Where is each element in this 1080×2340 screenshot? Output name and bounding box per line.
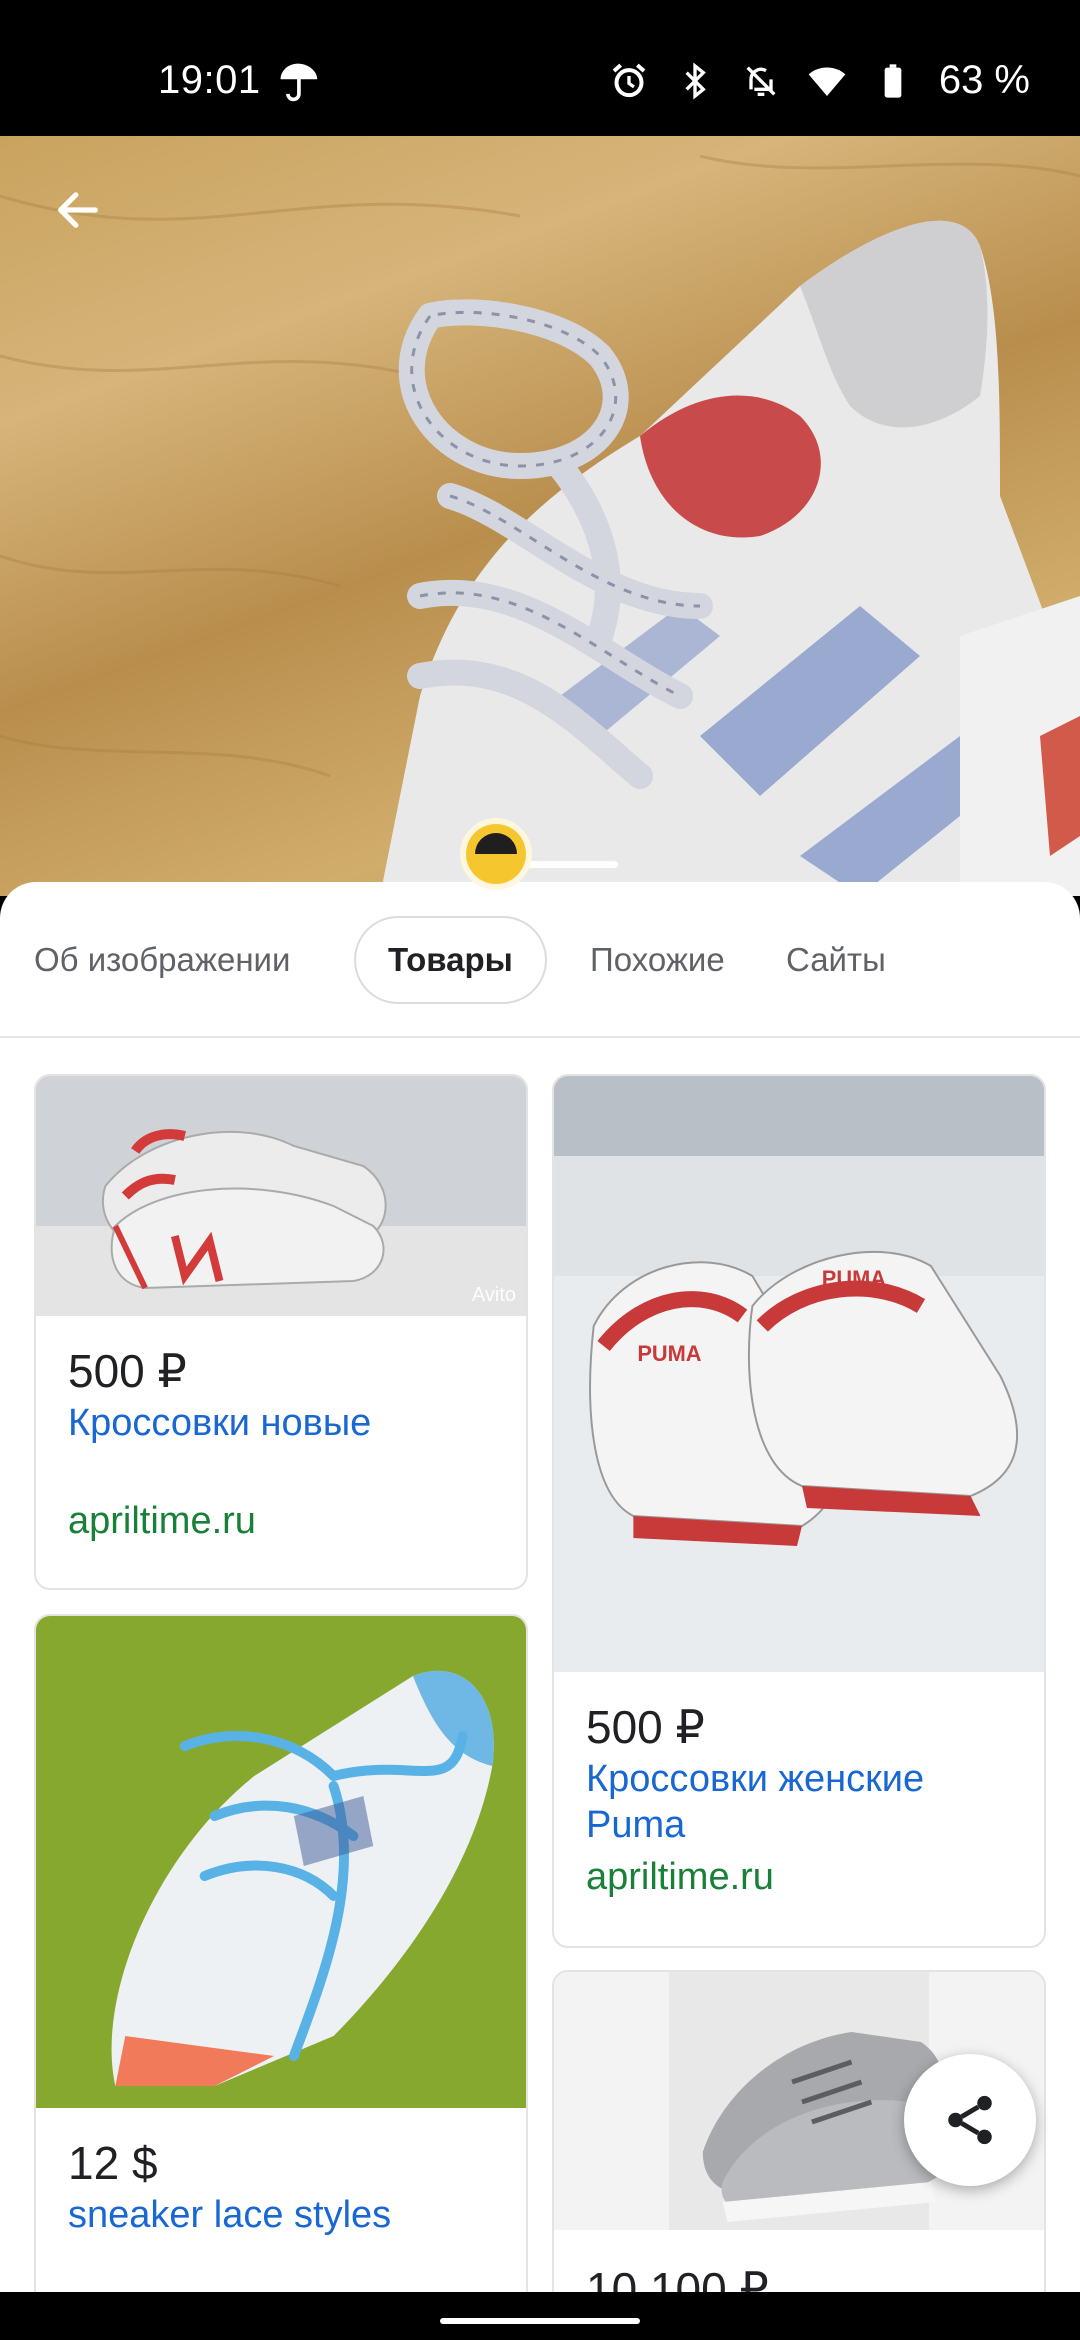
results-tabs: Об изображении Товары Похожие Сайты (0, 882, 1080, 1038)
product-title[interactable]: Кроссовки новые (68, 1400, 498, 1446)
product-image (36, 1616, 526, 2108)
product-price: 500 ₽ (68, 1345, 187, 1397)
product-card[interactable]: Avito 500 ₽ Кроссовки новые apriltime.ru (34, 1074, 528, 1590)
tab-products[interactable]: Товары (354, 916, 547, 1004)
product-title[interactable]: sneaker lace styles (68, 2192, 498, 2238)
product-site[interactable]: apriltime.ru (586, 1856, 774, 1899)
tab-sites[interactable]: Сайты (786, 916, 886, 1004)
product-card[interactable]: 12 $ sneaker lace styles (34, 1614, 528, 2292)
back-button[interactable] (40, 172, 116, 248)
product-price: 12 $ (68, 2137, 158, 2189)
alarm-icon (612, 63, 646, 97)
status-bar: 19:01 63 % (0, 0, 1080, 136)
bluetooth-icon (685, 62, 706, 99)
status-time: 19:01 (158, 58, 261, 102)
product-price: 10 100 ₽ (586, 2263, 769, 2292)
tab-similar[interactable]: Похожие (590, 916, 725, 1004)
share-icon (948, 2095, 992, 2145)
share-button[interactable] (904, 2054, 1036, 2186)
navigation-bar (0, 2292, 1080, 2340)
search-image[interactable] (0, 136, 1080, 896)
sneaker-photo (0, 154, 1080, 896)
watermark: Avito (471, 1284, 516, 1306)
wifi-icon (808, 66, 846, 96)
svg-text:PUMA: PUMA (637, 1341, 701, 1366)
product-site[interactable]: apriltime.ru (68, 1500, 256, 1543)
status-icons: 63 % (609, 58, 1030, 103)
umbrella-icon (280, 63, 318, 102)
crop-handle[interactable] (460, 818, 532, 890)
notifications-off-icon (746, 65, 776, 96)
product-image: PUMA PUMA (554, 1076, 1044, 1672)
product-title[interactable]: Кроссовки женские Puma (586, 1756, 1016, 1848)
svg-text:PUMA: PUMA (822, 1266, 886, 1291)
product-image (36, 1076, 526, 1316)
battery-percent: 63 % (938, 58, 1030, 102)
home-gesture-handle[interactable] (440, 2318, 640, 2324)
product-price: 500 ₽ (586, 1701, 705, 1753)
tab-about-image[interactable]: Об изображении (34, 916, 290, 1004)
arrow-back-icon (58, 192, 98, 228)
battery-icon (884, 63, 902, 98)
product-card[interactable]: PUMA PUMA 500 ₽ Кроссовки женские Puma a… (552, 1074, 1046, 1948)
